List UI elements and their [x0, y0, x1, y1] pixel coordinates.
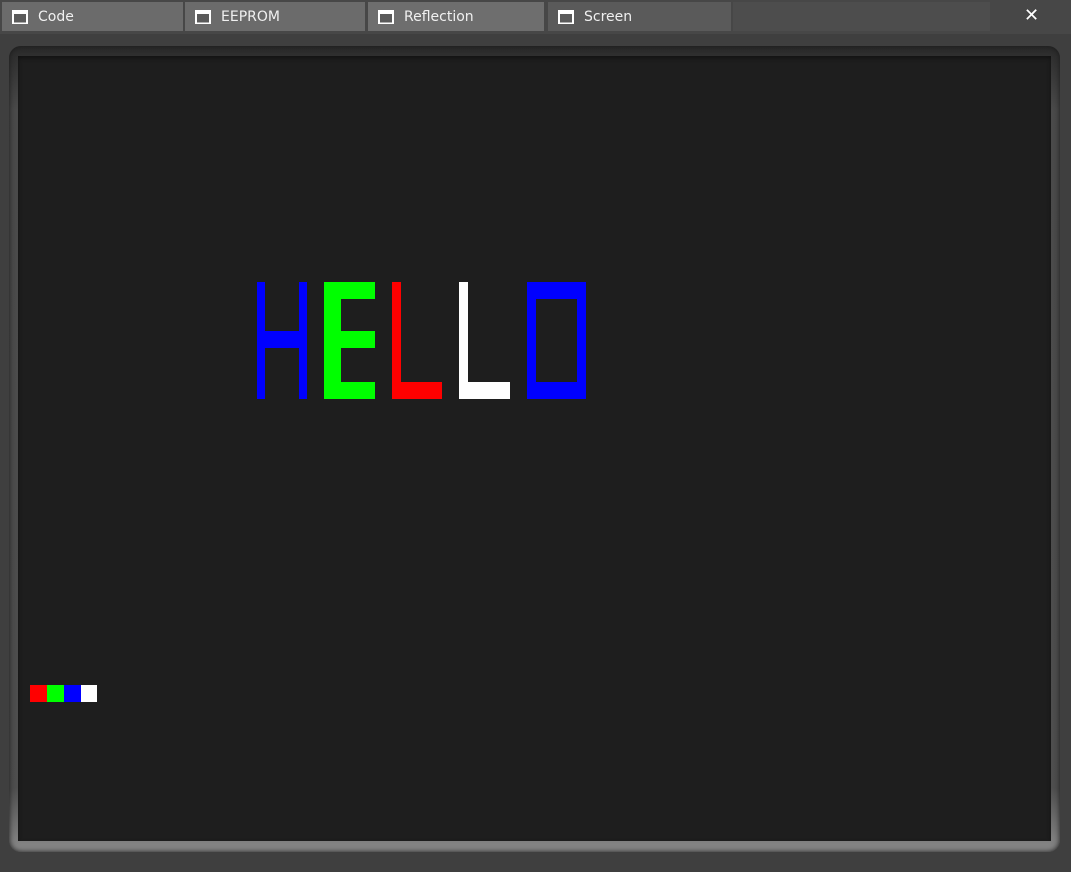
tab-reflection[interactable]: Reflection	[368, 2, 544, 31]
tab-label: EEPROM	[221, 8, 280, 25]
window-icon	[195, 9, 211, 24]
tab-label: Code	[38, 8, 74, 25]
palette-swatch-red	[30, 685, 47, 702]
close-button[interactable]: ✕	[992, 0, 1071, 30]
tab-bar-filler	[733, 2, 990, 31]
palette-swatch-blue	[64, 685, 81, 702]
letter-l-2	[459, 282, 510, 399]
screen-canvas	[30, 282, 586, 702]
tab-code[interactable]: Code	[2, 2, 183, 31]
window-icon	[12, 9, 28, 24]
palette-swatch-white	[81, 685, 97, 702]
tab-eeprom[interactable]: EEPROM	[185, 2, 365, 31]
tab-label: Screen	[584, 8, 633, 25]
window-icon	[378, 9, 394, 24]
letter-o	[527, 282, 586, 399]
palette-swatch-green	[47, 685, 64, 702]
letter-l-1	[392, 282, 442, 399]
letter-h	[257, 282, 307, 399]
tab-label: Reflection	[404, 8, 474, 25]
tab-bar: Code EEPROM Reflection Screen ✕	[0, 0, 1071, 34]
close-icon: ✕	[1023, 4, 1040, 26]
tab-screen[interactable]: Screen	[548, 2, 731, 31]
letter-e	[324, 282, 375, 399]
emulator-screen[interactable]	[18, 56, 1051, 841]
window-icon	[558, 9, 574, 24]
